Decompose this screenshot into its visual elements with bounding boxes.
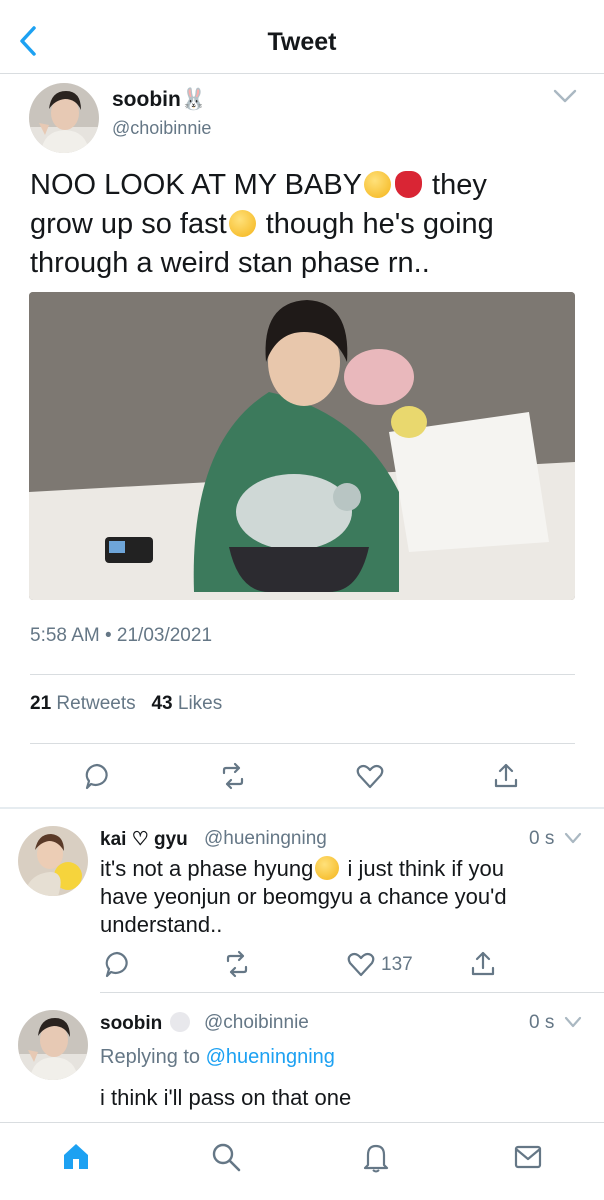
- top-bar: Tweet: [0, 0, 604, 74]
- reply-text-part: it's not a phase hyung: [100, 856, 314, 881]
- retweet-icon[interactable]: [218, 761, 248, 791]
- tweet-photo[interactable]: [29, 292, 575, 600]
- crying-face-emoji: [228, 210, 256, 237]
- tweet-stats: 21 Retweets 43 Likes: [30, 693, 222, 715]
- tweet-text-part: through a weird stan phase rn..: [30, 247, 430, 279]
- chevron-down-icon[interactable]: [551, 86, 579, 106]
- tweet-text: NOO LOOK AT MY BABY they grow up so fast…: [30, 166, 580, 283]
- replying-to: Replying to @hueningning: [100, 1046, 335, 1069]
- retweet-icon[interactable]: [222, 949, 252, 979]
- tweet-text-part: NOO LOOK AT MY BABY: [30, 169, 362, 201]
- reply-text: i think i'll pass on that one: [100, 1085, 352, 1110]
- chevron-down-icon[interactable]: [563, 830, 583, 846]
- like-count[interactable]: 43: [151, 693, 172, 714]
- page-title: Tweet: [267, 28, 337, 56]
- tweet-text-part: grow up so fast: [30, 208, 227, 240]
- heart-icon[interactable]: [355, 761, 385, 791]
- author-name[interactable]: soobin🐰: [112, 88, 207, 112]
- tweet-text-part: though he's going: [257, 208, 494, 240]
- avatar[interactable]: [18, 1010, 88, 1080]
- divider: [30, 674, 575, 675]
- reply-author-name-text: soobin: [100, 1013, 163, 1034]
- reply-author-name[interactable]: kai ♡ gyu: [100, 828, 188, 851]
- bell-icon[interactable]: [359, 1140, 393, 1174]
- reply-text-part: understand..: [100, 912, 223, 937]
- reply-author-handle[interactable]: @choibinnie: [204, 1012, 309, 1034]
- divider: [30, 743, 575, 744]
- retweet-count[interactable]: 21: [30, 693, 51, 714]
- reply-icon[interactable]: [102, 949, 132, 979]
- eye-roll-emoji: [315, 856, 340, 880]
- reply-time: 0 s: [529, 1012, 555, 1033]
- reply-author-name[interactable]: soobin: [100, 1012, 190, 1035]
- sneezing-face-emoji: [364, 171, 391, 198]
- mail-icon[interactable]: [511, 1140, 545, 1174]
- broken-heart-emoji: [395, 171, 422, 198]
- avatar[interactable]: [29, 83, 99, 153]
- heart-icon[interactable]: [346, 949, 376, 979]
- search-icon[interactable]: [209, 1140, 243, 1174]
- chevron-down-icon[interactable]: [563, 1014, 583, 1030]
- replying-to-link[interactable]: @hueningning: [206, 1046, 335, 1068]
- reply-text-part: i just think if you: [341, 856, 504, 881]
- divider: [0, 807, 604, 809]
- home-icon[interactable]: [59, 1140, 93, 1174]
- author-handle[interactable]: @choibinnie: [112, 118, 211, 139]
- reply-text-part: have yeonjun or beomgyu a chance you'd: [100, 884, 507, 909]
- reply-time: 0 s: [529, 828, 555, 849]
- like-label[interactable]: Likes: [178, 693, 222, 714]
- avatar[interactable]: [18, 826, 88, 896]
- tweet-text-part: they: [424, 169, 487, 201]
- replying-to-label: Replying to: [100, 1046, 201, 1068]
- reply-text: it's not a phase hyung i just think if y…: [100, 855, 580, 939]
- reply-icon[interactable]: [82, 761, 112, 791]
- reply-like-count: 137: [381, 954, 413, 975]
- retweet-label[interactable]: Retweets: [56, 693, 135, 714]
- divider: [100, 992, 604, 993]
- share-icon[interactable]: [491, 761, 521, 791]
- reply-author-handle[interactable]: @hueningning: [204, 828, 327, 850]
- rabbit-emoji: [169, 1012, 190, 1032]
- share-icon[interactable]: [468, 949, 498, 979]
- tweet-timestamp: 5:58 AM • 21/03/2021: [30, 625, 213, 646]
